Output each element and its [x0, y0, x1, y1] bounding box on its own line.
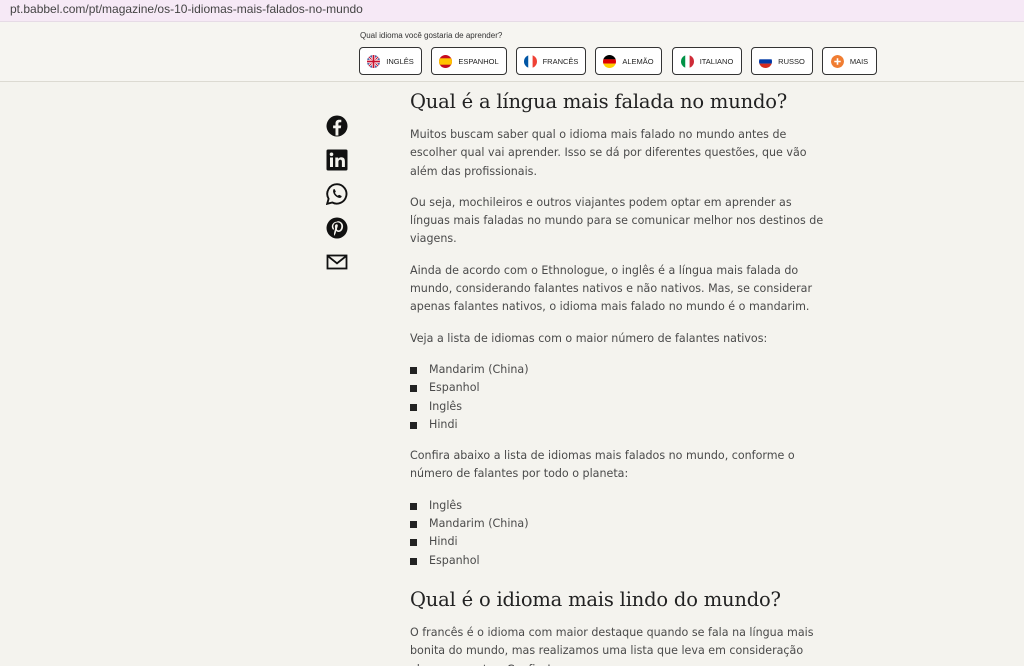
- section-heading: Qual é o idioma mais lindo do mundo?: [410, 587, 781, 611]
- linkedin-icon[interactable]: [326, 149, 348, 171]
- pinterest-icon[interactable]: [326, 217, 348, 239]
- address-bar[interactable]: pt.babbel.com/pt/magazine/os-10-idiomas-…: [0, 0, 1024, 22]
- list-item: Mandarim (China): [410, 361, 830, 379]
- facebook-icon[interactable]: [326, 115, 348, 137]
- paragraph: Confira abaixo a lista de idiomas mais f…: [410, 449, 795, 481]
- russia-flag-icon: [759, 54, 773, 68]
- language-label: ALEMÃO: [622, 56, 654, 66]
- language-button-more[interactable]: MAIS: [822, 47, 877, 75]
- language-label: FRANCÊS: [542, 56, 579, 66]
- article-body: Qual é a língua mais falada no mundo? Mu…: [410, 82, 830, 666]
- spain-flag-icon: [439, 54, 453, 68]
- article-area: Qual é a língua mais falada no mundo? Mu…: [0, 82, 1024, 666]
- list-item: Mandarim (China): [410, 515, 830, 533]
- list-item: Espanhol: [410, 379, 830, 397]
- language-label: ESPANHOL: [458, 56, 499, 66]
- language-question: Qual idioma você gostaria de aprender?: [360, 31, 503, 40]
- language-label: RUSSO: [778, 56, 805, 66]
- uk-flag-icon: [367, 54, 381, 68]
- total-speakers-list: Inglês Mandarim (China) Hindi Espanhol: [410, 497, 830, 570]
- url-text: pt.babbel.com/pt/magazine/os-10-idiomas-…: [10, 2, 363, 16]
- paragraph: Ainda de acordo com o Ethnologue, o ingl…: [410, 263, 813, 314]
- list-item: Inglês: [410, 497, 830, 515]
- language-button-english[interactable]: INGLÊS: [359, 47, 422, 75]
- language-button-german[interactable]: ALEMÃO: [595, 47, 662, 75]
- language-label: ITALIANO: [699, 56, 734, 66]
- whatsapp-icon[interactable]: [326, 183, 348, 205]
- plus-icon: [830, 54, 844, 68]
- language-button-russian[interactable]: RUSSO: [751, 47, 813, 75]
- language-button-spanish[interactable]: ESPANHOL: [431, 47, 507, 75]
- paragraph: O francês é o idioma com maior destaque …: [410, 625, 814, 666]
- language-selector-bar: Qual idioma você gostaria de aprender? I…: [0, 22, 1024, 82]
- email-icon[interactable]: [326, 251, 348, 273]
- language-label: MAIS: [849, 56, 869, 66]
- france-flag-icon: [523, 54, 537, 68]
- list-item: Inglês: [410, 398, 830, 416]
- list-item: Hindi: [410, 533, 830, 551]
- paragraph: Ou seja, mochileiros e outros viajantes …: [410, 195, 824, 246]
- section-heading: Qual é a língua mais falada no mundo?: [410, 90, 788, 113]
- language-label: INGLÊS: [386, 56, 414, 66]
- paragraph: Veja a lista de idiomas com o maior núme…: [410, 331, 768, 345]
- list-item: Hindi: [410, 416, 830, 434]
- list-item: Espanhol: [410, 552, 830, 570]
- native-speakers-list: Mandarim (China) Espanhol Inglês Hindi: [410, 361, 830, 434]
- paragraph: Muitos buscam saber qual o idioma mais f…: [410, 128, 807, 178]
- germany-flag-icon: [603, 54, 617, 68]
- language-button-italian[interactable]: ITALIANO: [672, 47, 742, 75]
- language-button-french[interactable]: FRANCÊS: [516, 47, 586, 75]
- italy-flag-icon: [680, 54, 694, 68]
